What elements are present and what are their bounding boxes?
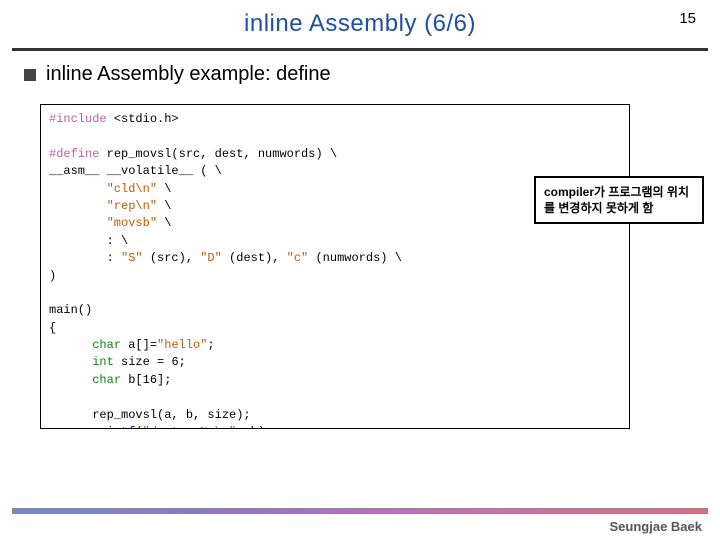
code-box: #include <stdio.h> #define rep_movsl(src…: [40, 104, 630, 429]
code-token: int: [92, 355, 114, 369]
code-line: rep_movsl(a, b, size);: [49, 408, 251, 422]
slide-title: inline Assembly (6/6): [0, 0, 720, 38]
bullet-row: inline Assembly example: define: [24, 63, 720, 86]
code-token: #include: [49, 112, 107, 126]
code-token: \: [157, 216, 171, 230]
code-token: rep_movsl(src, dest, numwords) \: [99, 147, 337, 161]
footer-gradient-bar: [12, 508, 708, 514]
code-token: size = 6;: [114, 355, 186, 369]
code-token: "S": [121, 251, 143, 265]
square-bullet-icon: [24, 69, 36, 81]
code-token: \: [157, 199, 171, 213]
code-token: "cld\n": [107, 182, 157, 196]
code-token: b[16];: [121, 373, 171, 387]
code-token: \: [157, 182, 171, 196]
code-token: [49, 182, 107, 196]
author-name: Seungjae Baek: [610, 519, 703, 534]
code-token: "dest = %s\n": [143, 425, 237, 429]
code-token: "hello": [157, 338, 207, 352]
callout-text: compiler가 프로그램의 위치를 변경하지 못하게 함: [544, 185, 689, 215]
bullet-text: inline Assembly example: define: [46, 63, 331, 86]
code-token: <stdio.h>: [107, 112, 179, 126]
code-token: , b);: [236, 425, 272, 429]
code-token: (dest),: [222, 251, 287, 265]
code-token: [49, 199, 107, 213]
code-token: (: [135, 425, 142, 429]
code-token: [49, 373, 92, 387]
code-token: char: [92, 373, 121, 387]
code-token: [49, 216, 107, 230]
code-line: ): [49, 269, 56, 283]
code-token: :: [49, 251, 121, 265]
header-rule: [12, 48, 708, 51]
code-token: "c": [287, 251, 309, 265]
slide: inline Assembly (6/6) 15 inline Assembly…: [0, 0, 720, 540]
code-token: [49, 355, 92, 369]
code-token: "D": [200, 251, 222, 265]
code-token: \: [215, 164, 222, 178]
code-line: {: [49, 321, 56, 335]
callout-box: compiler가 프로그램의 위치를 변경하지 못하게 함: [534, 176, 704, 224]
code-line: main(): [49, 303, 92, 317]
code-token: (numwords): [308, 251, 394, 265]
code-area: #include <stdio.h> #define rep_movsl(src…: [40, 104, 720, 429]
page-number: 15: [679, 10, 696, 27]
code-token: :: [49, 234, 121, 248]
code-token: ;: [207, 338, 214, 352]
code-token: #define: [49, 147, 99, 161]
code-token: [49, 338, 92, 352]
code-token: \: [395, 251, 402, 265]
code-token: a[]=: [121, 338, 157, 352]
code-token: \: [121, 234, 128, 248]
slide-header: inline Assembly (6/6) 15: [0, 0, 720, 48]
code-token: "movsb": [107, 216, 157, 230]
code-token: "rep\n": [107, 199, 157, 213]
code-token: printf: [92, 425, 135, 429]
code-token: __asm__ __volatile__ (: [49, 164, 215, 178]
code-token: char: [92, 338, 121, 352]
code-token: (src),: [143, 251, 201, 265]
code-token: [49, 425, 92, 429]
